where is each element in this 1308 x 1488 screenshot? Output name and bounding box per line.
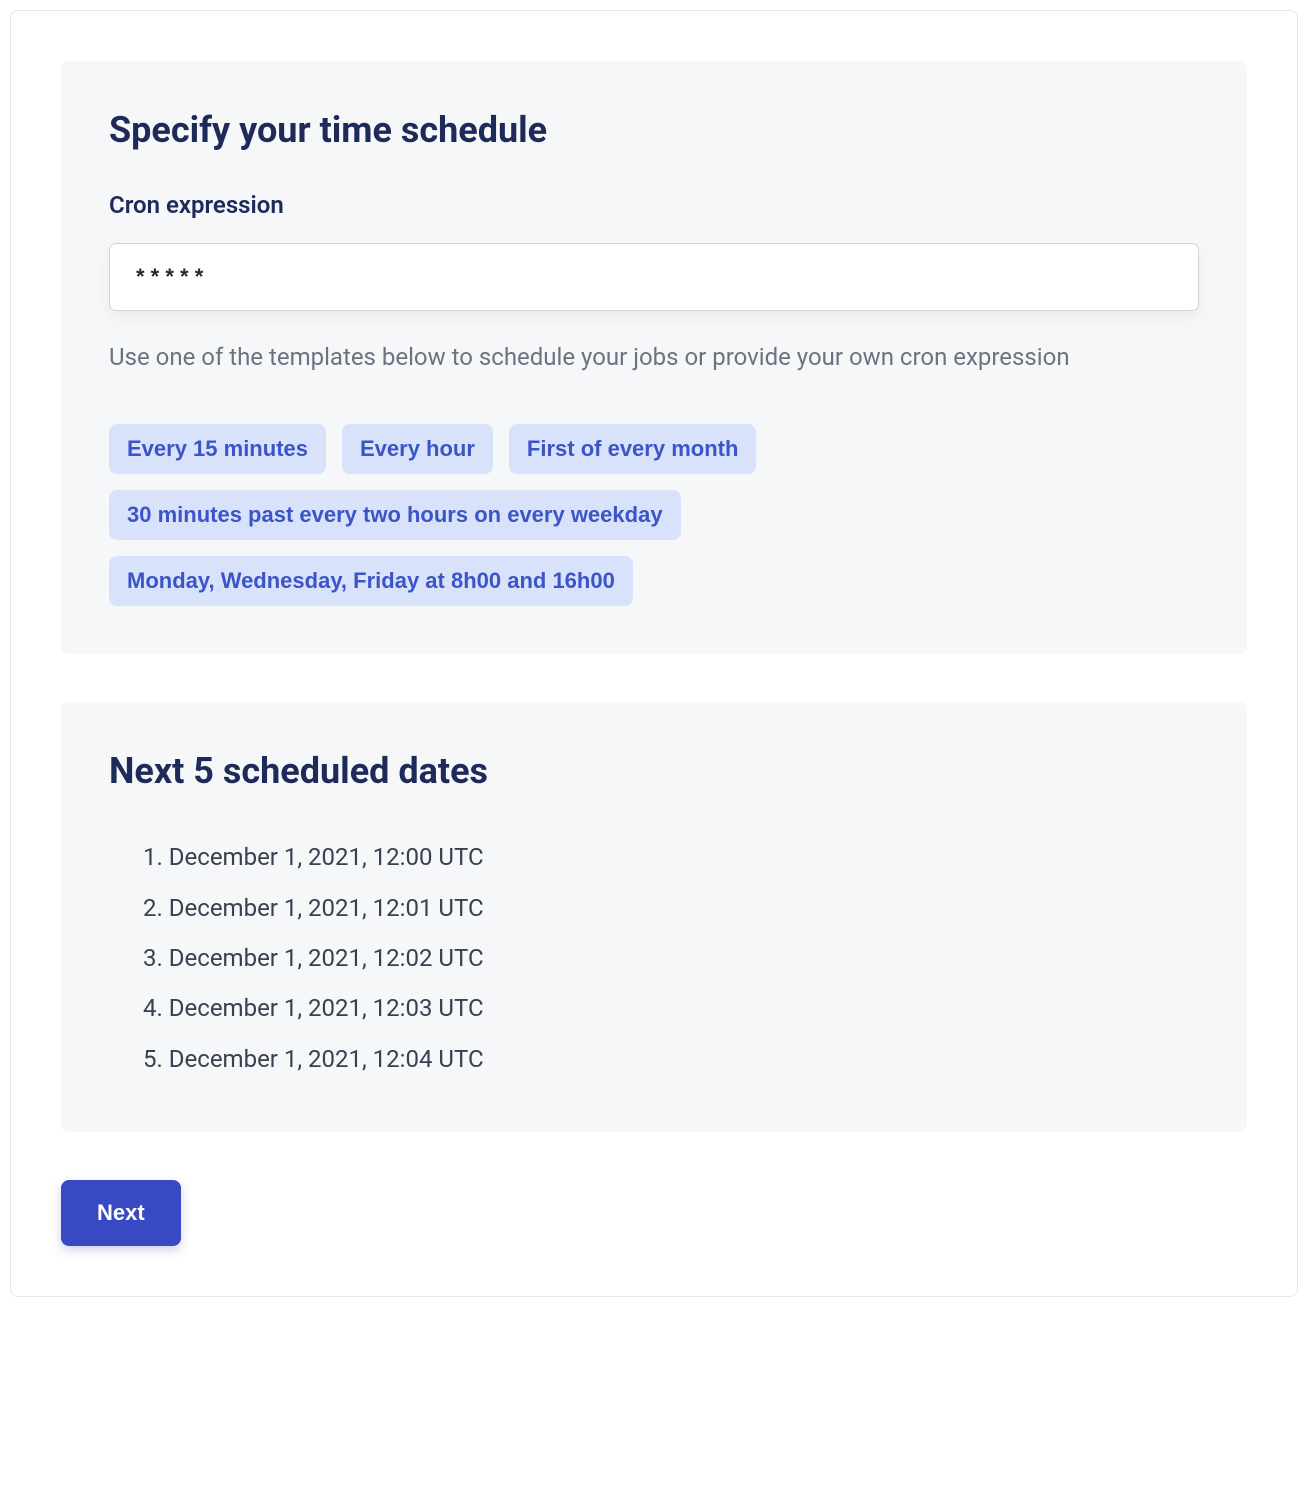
cron-helper-text: Use one of the templates below to schedu… <box>109 339 1199 376</box>
scheduled-date-value: December 1, 2021, 12:02 UTC <box>169 944 484 972</box>
template-pill-every-15-minutes[interactable]: Every 15 minutes <box>109 424 326 474</box>
page-container: Specify your time schedule Cron expressi… <box>0 0 1308 1307</box>
scheduled-date-value: December 1, 2021, 12:01 UTC <box>169 894 484 922</box>
template-pill-row: Every 15 minutes Every hour First of eve… <box>109 424 1199 606</box>
list-item: 1. December 1, 2021, 12:00 UTC <box>143 832 1199 882</box>
schedule-panel-title: Specify your time schedule <box>109 109 1199 151</box>
template-pill-first-of-every-month[interactable]: First of every month <box>509 424 756 474</box>
list-item: 3. December 1, 2021, 12:02 UTC <box>143 933 1199 983</box>
next-button[interactable]: Next <box>61 1180 181 1246</box>
scheduled-dates-list: 1. December 1, 2021, 12:00 UTC 2. Decemb… <box>109 832 1199 1084</box>
template-pill-every-hour[interactable]: Every hour <box>342 424 493 474</box>
card: Specify your time schedule Cron expressi… <box>10 10 1298 1297</box>
template-pill-30-min-past-two-hours-weekday[interactable]: 30 minutes past every two hours on every… <box>109 490 681 540</box>
cron-expression-input[interactable] <box>109 243 1199 311</box>
cron-expression-label: Cron expression <box>109 191 1199 219</box>
template-pill-mwf-8-16[interactable]: Monday, Wednesday, Friday at 8h00 and 16… <box>109 556 633 606</box>
scheduled-date-value: December 1, 2021, 12:03 UTC <box>169 994 484 1022</box>
list-item: 4. December 1, 2021, 12:03 UTC <box>143 983 1199 1033</box>
scheduled-date-value: December 1, 2021, 12:04 UTC <box>169 1045 484 1073</box>
scheduled-date-value: December 1, 2021, 12:00 UTC <box>169 843 484 871</box>
list-item: 2. December 1, 2021, 12:01 UTC <box>143 883 1199 933</box>
schedule-panel: Specify your time schedule Cron expressi… <box>61 61 1247 654</box>
scheduled-dates-panel: Next 5 scheduled dates 1. December 1, 20… <box>61 702 1247 1132</box>
scheduled-dates-title: Next 5 scheduled dates <box>109 750 1199 792</box>
list-item: 5. December 1, 2021, 12:04 UTC <box>143 1034 1199 1084</box>
